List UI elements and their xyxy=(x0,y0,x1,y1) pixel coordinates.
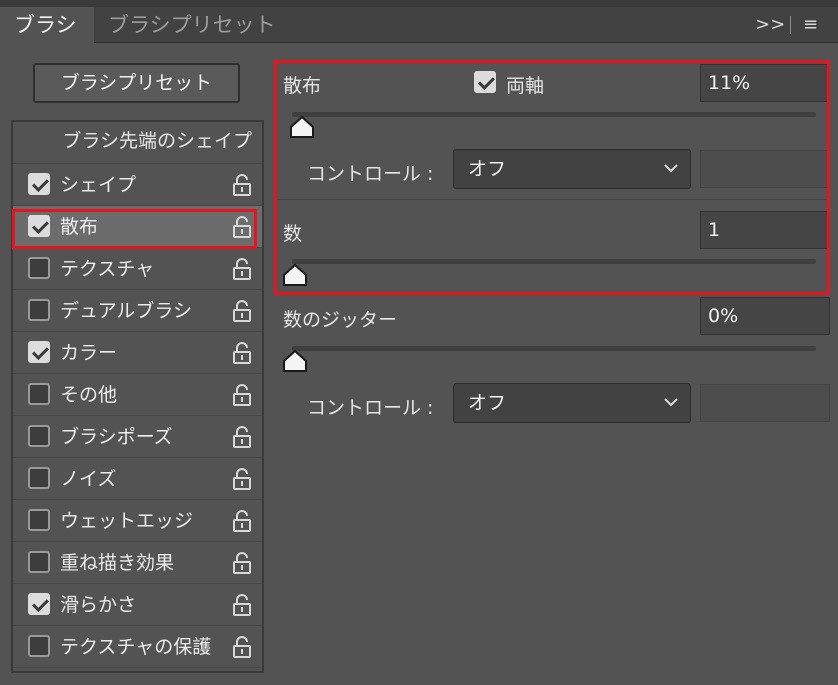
unlock-icon[interactable] xyxy=(232,551,252,575)
list-item[interactable]: テクスチャ xyxy=(13,248,262,290)
unlock-icon[interactable] xyxy=(232,299,252,323)
list-item-label: その他 xyxy=(60,384,118,406)
unlock-icon[interactable] xyxy=(232,257,252,281)
unlock-icon[interactable] xyxy=(232,425,252,449)
list-item-label: ブラシポーズ xyxy=(60,426,173,448)
unlock-icon[interactable] xyxy=(232,593,252,617)
tab-brush-presets[interactable]: ブラシプリセット xyxy=(94,7,290,43)
control-dropdown-2[interactable]: オフ xyxy=(453,383,691,423)
list-item[interactable]: シェイプ xyxy=(13,164,262,206)
list-item-label: カラー xyxy=(60,342,118,364)
count-jitter-slider-thumb[interactable] xyxy=(282,349,308,373)
list-item[interactable]: その他 xyxy=(13,374,262,416)
list-item-label: 重ね描き効果 xyxy=(60,552,175,574)
list-item[interactable]: ウェットエッジ xyxy=(13,500,262,542)
count-jitter-value-field[interactable]: 0% xyxy=(700,297,830,335)
unlock-icon[interactable] xyxy=(232,467,252,491)
list-item[interactable]: テクスチャの保護 xyxy=(13,626,262,668)
list-item-label: ウェットエッジ xyxy=(60,510,194,532)
list-item-label: デュアルブラシ xyxy=(60,300,193,322)
list-item-label: テクスチャの保護 xyxy=(60,636,212,658)
list-item-checkbox[interactable] xyxy=(28,509,50,531)
list-item-checkbox[interactable] xyxy=(28,341,50,363)
list-item[interactable]: 重ね描き効果 xyxy=(13,542,262,584)
count-jitter-label: 数のジッター xyxy=(283,309,398,331)
list-item-checkbox[interactable] xyxy=(28,257,50,279)
list-item-checkbox[interactable] xyxy=(28,635,50,657)
unlock-icon[interactable] xyxy=(232,635,252,659)
list-item[interactable]: 滑らかさ xyxy=(13,584,262,626)
top-strip xyxy=(0,0,838,7)
list-item-checkbox[interactable] xyxy=(28,593,50,615)
list-item-checkbox[interactable] xyxy=(28,299,50,321)
list-item-checkbox[interactable] xyxy=(28,173,50,195)
expand-panel-icon[interactable]: >> xyxy=(755,7,785,43)
list-item-label: ノイズ xyxy=(60,468,117,490)
list-item-checkbox[interactable] xyxy=(28,425,50,447)
list-item[interactable]: デュアルブラシ xyxy=(13,290,262,332)
list-item-label: テクスチャ xyxy=(60,258,155,280)
list-item-checkbox[interactable] xyxy=(28,383,50,405)
list-item[interactable]: ノイズ xyxy=(13,458,262,500)
highlight-box-scatter-item xyxy=(12,209,257,249)
panel-tab-bar: ブラシ ブラシプリセット >> ≡ xyxy=(0,7,838,43)
unlock-icon[interactable] xyxy=(232,383,252,407)
list-item-checkbox[interactable] xyxy=(28,551,50,573)
control-label-2: コントロール : xyxy=(307,397,434,419)
unlock-icon[interactable] xyxy=(232,173,252,197)
list-item-checkbox[interactable] xyxy=(28,467,50,489)
brush-tip-shape-header[interactable]: ブラシ先端のシェイプ xyxy=(13,122,262,164)
brush-presets-button[interactable]: ブラシプリセット xyxy=(33,63,240,103)
list-item[interactable]: ブラシポーズ xyxy=(13,416,262,458)
tab-divider xyxy=(790,16,791,34)
highlight-box-scatter-settings xyxy=(274,60,830,295)
control-2-extra-field xyxy=(700,384,830,422)
list-item[interactable]: カラー xyxy=(13,332,262,374)
count-jitter-slider-track[interactable] xyxy=(292,346,816,351)
chevron-down-icon xyxy=(664,398,678,407)
brush-settings-list: ブラシ先端のシェイプ シェイプ 散布 テクスチャ デュアルブラシ カラー その他 ブラシポー… xyxy=(11,120,264,673)
unlock-icon[interactable] xyxy=(232,341,252,365)
panel-menu-icon[interactable]: ≡ xyxy=(803,7,818,43)
unlock-icon[interactable] xyxy=(232,509,252,533)
list-item-label: 滑らかさ xyxy=(60,594,137,616)
list-item-label: シェイプ xyxy=(60,174,137,196)
control-dropdown-2-value: オフ xyxy=(468,392,507,414)
tab-brush[interactable]: ブラシ xyxy=(0,7,94,43)
